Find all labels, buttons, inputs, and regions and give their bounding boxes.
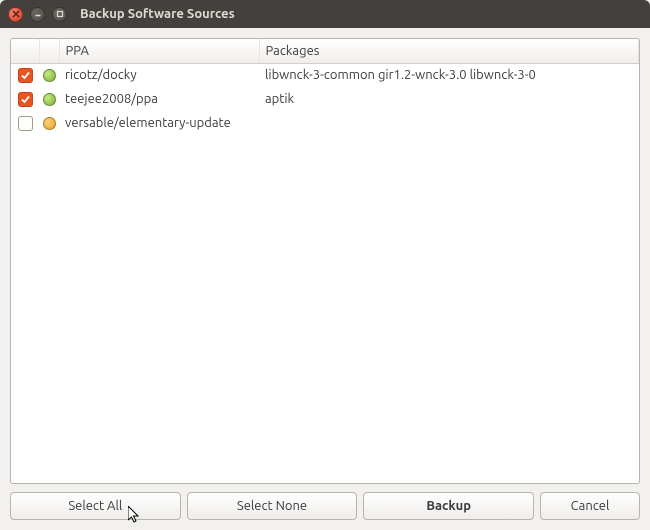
packages-cell: aptik — [259, 87, 639, 111]
column-header-packages[interactable]: Packages — [259, 39, 639, 63]
app-window: Backup Software Sources PPA Packages ric… — [0, 0, 650, 530]
packages-cell: libwnck-3-common gir1.2-wnck-3.0 libwnck… — [259, 63, 639, 87]
status-dot-icon — [43, 69, 56, 82]
button-bar: Select All Select None Backup Cancel — [10, 492, 640, 520]
minimize-button[interactable] — [30, 7, 45, 22]
checkbox-cell — [11, 63, 39, 87]
check-icon — [20, 94, 31, 105]
table-row[interactable]: versable/elementary-update — [11, 111, 639, 135]
row-checkbox[interactable] — [18, 68, 33, 83]
close-icon — [12, 10, 20, 18]
backup-button[interactable]: Backup — [363, 492, 534, 520]
row-checkbox[interactable] — [18, 116, 33, 131]
window-controls — [8, 7, 67, 22]
checkbox-cell — [11, 87, 39, 111]
status-cell — [39, 63, 59, 87]
content-area: PPA Packages ricotz/dockylibwnck-3-commo… — [0, 28, 650, 530]
check-icon — [20, 70, 31, 81]
table-row[interactable]: teejee2008/ppaaptik — [11, 87, 639, 111]
select-all-button[interactable]: Select All — [10, 492, 181, 520]
ppa-name-cell: ricotz/docky — [59, 63, 259, 87]
status-dot-icon — [43, 93, 56, 106]
minimize-icon — [34, 10, 42, 18]
close-button[interactable] — [8, 7, 23, 22]
column-header-ppa[interactable]: PPA — [59, 39, 259, 63]
packages-cell — [259, 111, 639, 135]
ppa-name-cell: versable/elementary-update — [59, 111, 259, 135]
row-checkbox[interactable] — [18, 92, 33, 107]
maximize-icon — [56, 10, 64, 18]
column-header-check[interactable] — [11, 39, 39, 63]
status-cell — [39, 87, 59, 111]
status-dot-icon — [43, 117, 56, 130]
titlebar: Backup Software Sources — [0, 0, 650, 28]
checkbox-cell — [11, 111, 39, 135]
select-none-button[interactable]: Select None — [187, 492, 358, 520]
window-title: Backup Software Sources — [80, 7, 235, 21]
status-cell — [39, 111, 59, 135]
ppa-list[interactable]: PPA Packages ricotz/dockylibwnck-3-commo… — [10, 38, 640, 484]
table-row[interactable]: ricotz/dockylibwnck-3-common gir1.2-wnck… — [11, 63, 639, 87]
ppa-table: PPA Packages ricotz/dockylibwnck-3-commo… — [11, 39, 639, 135]
maximize-button[interactable] — [52, 7, 67, 22]
cancel-button[interactable]: Cancel — [540, 492, 640, 520]
ppa-name-cell: teejee2008/ppa — [59, 87, 259, 111]
column-header-status[interactable] — [39, 39, 59, 63]
